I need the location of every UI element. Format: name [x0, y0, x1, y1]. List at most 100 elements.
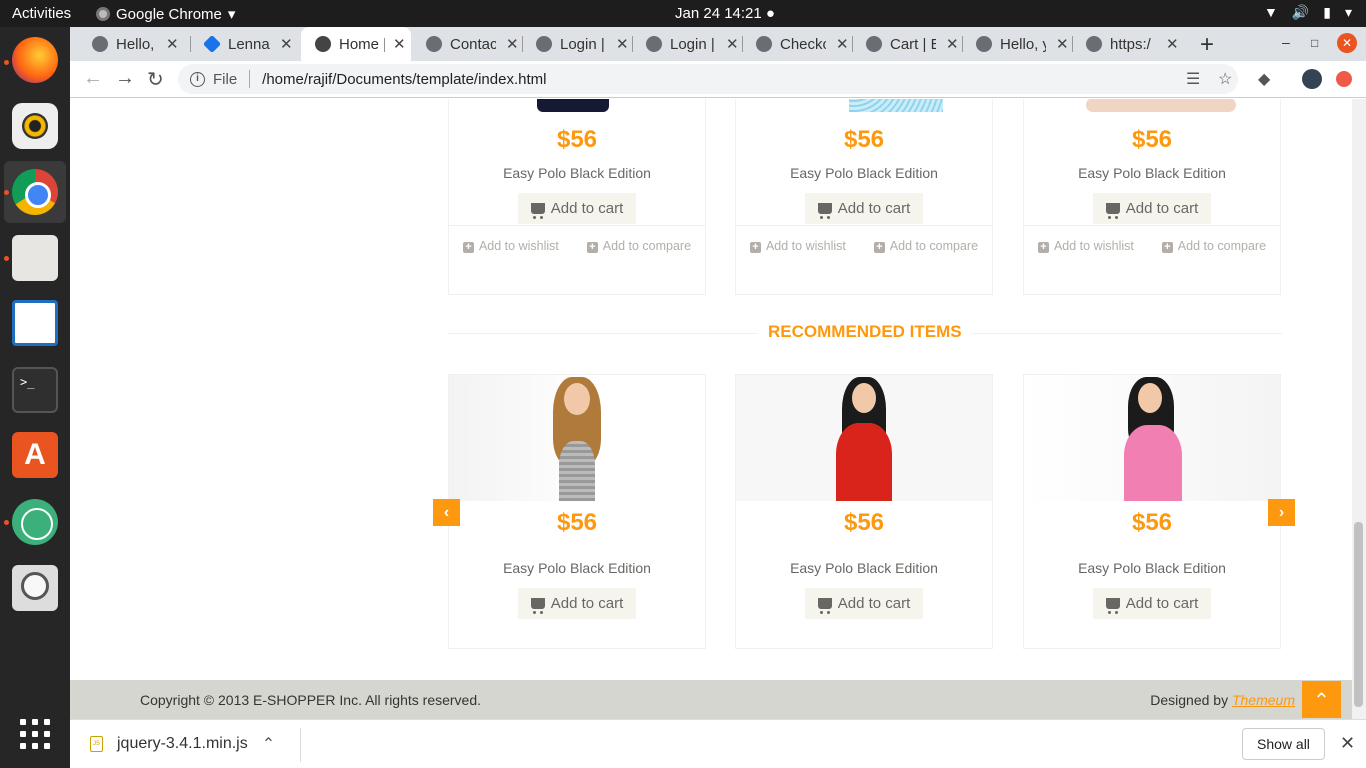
add-to-compare-link[interactable]: + Add to compare — [1161, 239, 1266, 253]
writer-icon[interactable] — [12, 300, 58, 346]
tab-8[interactable]: Cart | E ✕ — [852, 27, 962, 61]
clock[interactable]: Jan 24 14:21 ● — [675, 5, 775, 22]
product-card: $56 Easy Polo Black Edition Add to cart … — [448, 99, 706, 295]
terminal-icon[interactable]: >_ — [12, 367, 58, 413]
divider — [249, 70, 251, 88]
recommended-card: $56 Easy Polo Black Edition Add to cart — [735, 374, 993, 649]
forward-button[interactable]: → — [115, 67, 135, 90]
add-to-wishlist-link[interactable]: + Add to wishlist — [749, 238, 846, 253]
extension-red-icon[interactable] — [1336, 71, 1352, 87]
activities-button[interactable]: Activities — [12, 5, 71, 22]
add-to-wishlist-link[interactable]: + Add to wishlist — [462, 239, 559, 253]
add-to-wishlist-link[interactable]: + Add to wishlist — [1037, 239, 1134, 253]
tab-strip: Hello, у ✕ Lenna ✕ Home | ✕ Contac ✕ Log… — [70, 27, 1366, 61]
close-icon[interactable]: ✕ — [280, 35, 293, 53]
page-scrollbar[interactable] — [1352, 99, 1366, 719]
product-price: $56 — [1131, 509, 1173, 536]
close-icon[interactable]: ✕ — [1340, 733, 1355, 754]
face-shape — [1138, 383, 1162, 413]
globe-icon — [536, 36, 552, 52]
js-file-icon: JS — [90, 736, 103, 752]
maximize-icon[interactable]: □ — [1311, 36, 1318, 50]
tab-7[interactable]: Checko ✕ — [742, 27, 852, 61]
plus-icon: + — [462, 241, 474, 253]
product-image — [849, 99, 943, 112]
add-to-cart-button[interactable]: Add to cart — [517, 193, 637, 224]
firefox-icon[interactable] — [12, 37, 58, 83]
close-icon[interactable]: ✕ — [616, 35, 629, 53]
wishlist-label: Add to wishlist — [765, 238, 846, 253]
new-tab-button[interactable]: + — [1200, 31, 1214, 59]
tab-4[interactable]: Contac ✕ — [412, 27, 522, 61]
rhythmbox-icon[interactable] — [12, 103, 58, 149]
add-to-cart-button[interactable]: Add to cart — [1092, 588, 1212, 619]
globe-icon — [866, 36, 882, 52]
tab-5[interactable]: Login | ✕ — [522, 27, 632, 61]
add-to-cart-label: Add to cart — [550, 595, 624, 612]
url-text[interactable]: /home/rajif/Documents/template/index.htm… — [262, 71, 546, 88]
compare-label: Add to compare — [602, 238, 692, 253]
chevron-up-icon[interactable]: ⌃ — [262, 734, 275, 754]
close-icon[interactable]: ✕ — [1166, 35, 1179, 53]
download-item[interactable]: JS jquery-3.4.1.min.js ⌃ — [90, 734, 275, 754]
cart-icon — [530, 598, 545, 614]
minimize-icon[interactable]: – — [1282, 34, 1290, 50]
close-icon[interactable]: ✕ — [946, 35, 959, 53]
tab-2[interactable]: Lenna ✕ — [190, 27, 300, 61]
show-applications-icon[interactable] — [20, 719, 50, 749]
tab-10[interactable]: https:/ ✕ — [1072, 27, 1182, 61]
show-all-button[interactable]: Show all — [1242, 728, 1325, 760]
add-to-cart-button[interactable]: Add to cart — [804, 588, 924, 619]
address-bar[interactable]: i File /home/rajif/Documents/template/in… — [178, 64, 1238, 94]
add-to-compare-link[interactable]: + Add to compare — [586, 238, 692, 253]
close-icon[interactable]: ✕ — [726, 35, 739, 53]
translate-icon[interactable]: ☰ — [1186, 69, 1200, 89]
product-name: Easy Polo Black Edition — [503, 165, 651, 181]
product-image — [1086, 99, 1236, 112]
close-icon[interactable]: ✕ — [836, 35, 849, 53]
scroll-to-top-button[interactable]: ⌃ — [1302, 681, 1341, 718]
tab-label: Lenna — [228, 35, 270, 53]
bookmark-star-icon[interactable]: ☆ — [1218, 69, 1232, 89]
app-menu[interactable]: Google Chrome ▾ — [96, 5, 235, 23]
carousel-prev-button[interactable]: ‹ — [433, 499, 460, 526]
cart-icon — [1105, 598, 1120, 614]
extension-icon[interactable]: ◆ — [1258, 69, 1270, 89]
atom-icon[interactable] — [12, 499, 58, 545]
chrome-dock-item[interactable] — [4, 161, 66, 223]
avatar[interactable] — [1302, 69, 1322, 89]
add-to-cart-button[interactable]: Add to cart — [517, 588, 637, 619]
add-to-compare-link[interactable]: + Add to compare — [873, 239, 978, 253]
reload-button[interactable]: ↻ — [147, 67, 164, 92]
running-indicator — [4, 190, 9, 195]
chevron-left-icon: ‹ — [443, 504, 450, 521]
running-indicator — [4, 256, 9, 261]
add-to-cart-button[interactable]: Add to cart — [804, 193, 924, 224]
close-icon[interactable]: ✕ — [393, 35, 406, 53]
tab-9[interactable]: Hello, у ✕ — [962, 27, 1072, 61]
tab-3[interactable]: Home | ✕ — [301, 27, 411, 61]
files-icon[interactable] — [12, 235, 58, 281]
add-to-cart-button[interactable]: Add to cart — [1092, 193, 1212, 224]
info-icon[interactable]: i — [190, 71, 205, 87]
add-to-cart-label: Add to cart — [837, 595, 911, 612]
card-footer: + Add to wishlist + Add to compare — [449, 225, 705, 265]
back-button[interactable]: ← — [83, 67, 103, 90]
software-store-icon[interactable]: A — [12, 432, 58, 478]
product-name: Easy Polo Black Edition — [1078, 560, 1226, 576]
add-to-cart-label: Add to cart — [1125, 595, 1199, 612]
close-icon[interactable]: ✕ — [1056, 35, 1069, 53]
close-icon[interactable]: ✕ — [166, 35, 179, 53]
system-tray[interactable]: ▼ 🔊 ▮ ▾ — [1264, 4, 1352, 21]
chrome-icon — [12, 169, 58, 215]
carousel-next-button[interactable]: › — [1268, 499, 1295, 526]
close-window-button[interactable]: ✕ — [1337, 33, 1357, 53]
magnifier-icon[interactable] — [12, 565, 58, 611]
tab-1[interactable]: Hello, у ✕ — [78, 27, 188, 61]
globe-icon — [315, 36, 331, 52]
close-icon[interactable]: ✕ — [506, 35, 519, 53]
model-figure — [824, 375, 904, 501]
tab-6[interactable]: Login | ✕ — [632, 27, 742, 61]
designer-link[interactable]: Themeum — [1232, 692, 1295, 708]
scrollbar-thumb[interactable] — [1354, 522, 1363, 707]
